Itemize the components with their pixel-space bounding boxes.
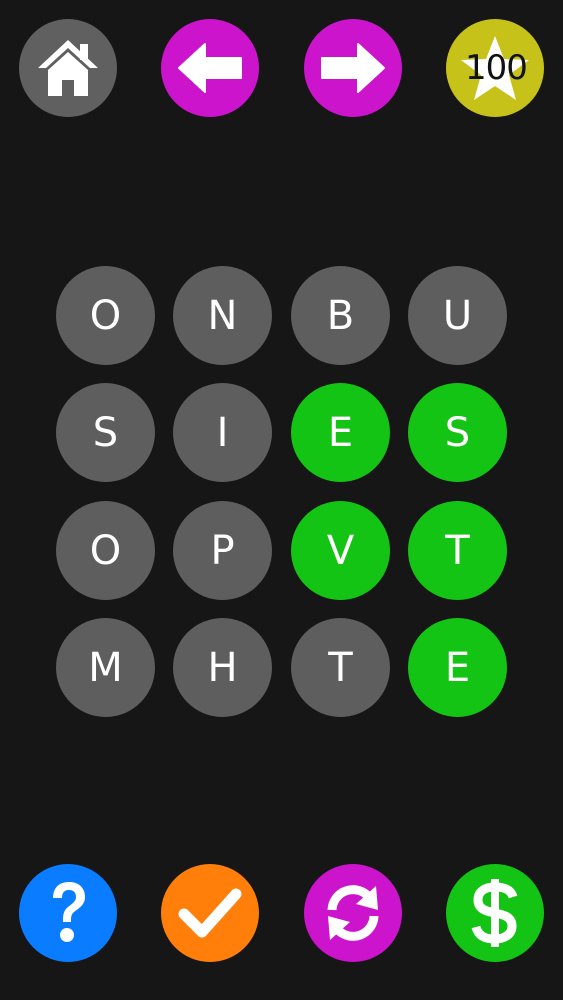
arrow-right-icon [320,42,386,94]
shuffle-button[interactable] [304,864,402,962]
letter-tile[interactable]: E [408,618,507,717]
score-badge: 100 [446,19,544,117]
letter-tile[interactable]: U [408,266,507,365]
letter-tile[interactable]: O [56,266,155,365]
letter-tile[interactable]: V [291,501,390,600]
refresh-icon [320,880,386,946]
question-mark-icon [43,878,93,948]
letter-tile[interactable]: T [291,618,390,717]
dollar-icon [470,877,520,949]
letter-tile[interactable]: B [291,266,390,365]
letter-tile[interactable]: H [173,618,272,717]
previous-level-button[interactable] [161,19,259,117]
checkmark-icon [178,886,242,940]
letter-tile[interactable]: S [408,383,507,482]
letter-tile[interactable]: I [173,383,272,482]
letter-tile[interactable]: S [56,383,155,482]
letter-tile[interactable]: P [173,501,272,600]
home-button[interactable] [19,19,117,117]
shop-button[interactable] [446,864,544,962]
next-level-button[interactable] [304,19,402,117]
help-button[interactable] [19,864,117,962]
letter-tile[interactable]: M [56,618,155,717]
letter-tile[interactable]: T [408,501,507,600]
letter-tile[interactable]: E [291,383,390,482]
letter-board: ONBUSIESOPVTMHTE [56,266,507,717]
arrow-left-icon [177,42,243,94]
score-value: 100 [465,48,528,88]
submit-word-button[interactable] [161,864,259,962]
house-icon [36,36,100,100]
letter-tile[interactable]: N [173,266,272,365]
letter-tile[interactable]: O [56,501,155,600]
